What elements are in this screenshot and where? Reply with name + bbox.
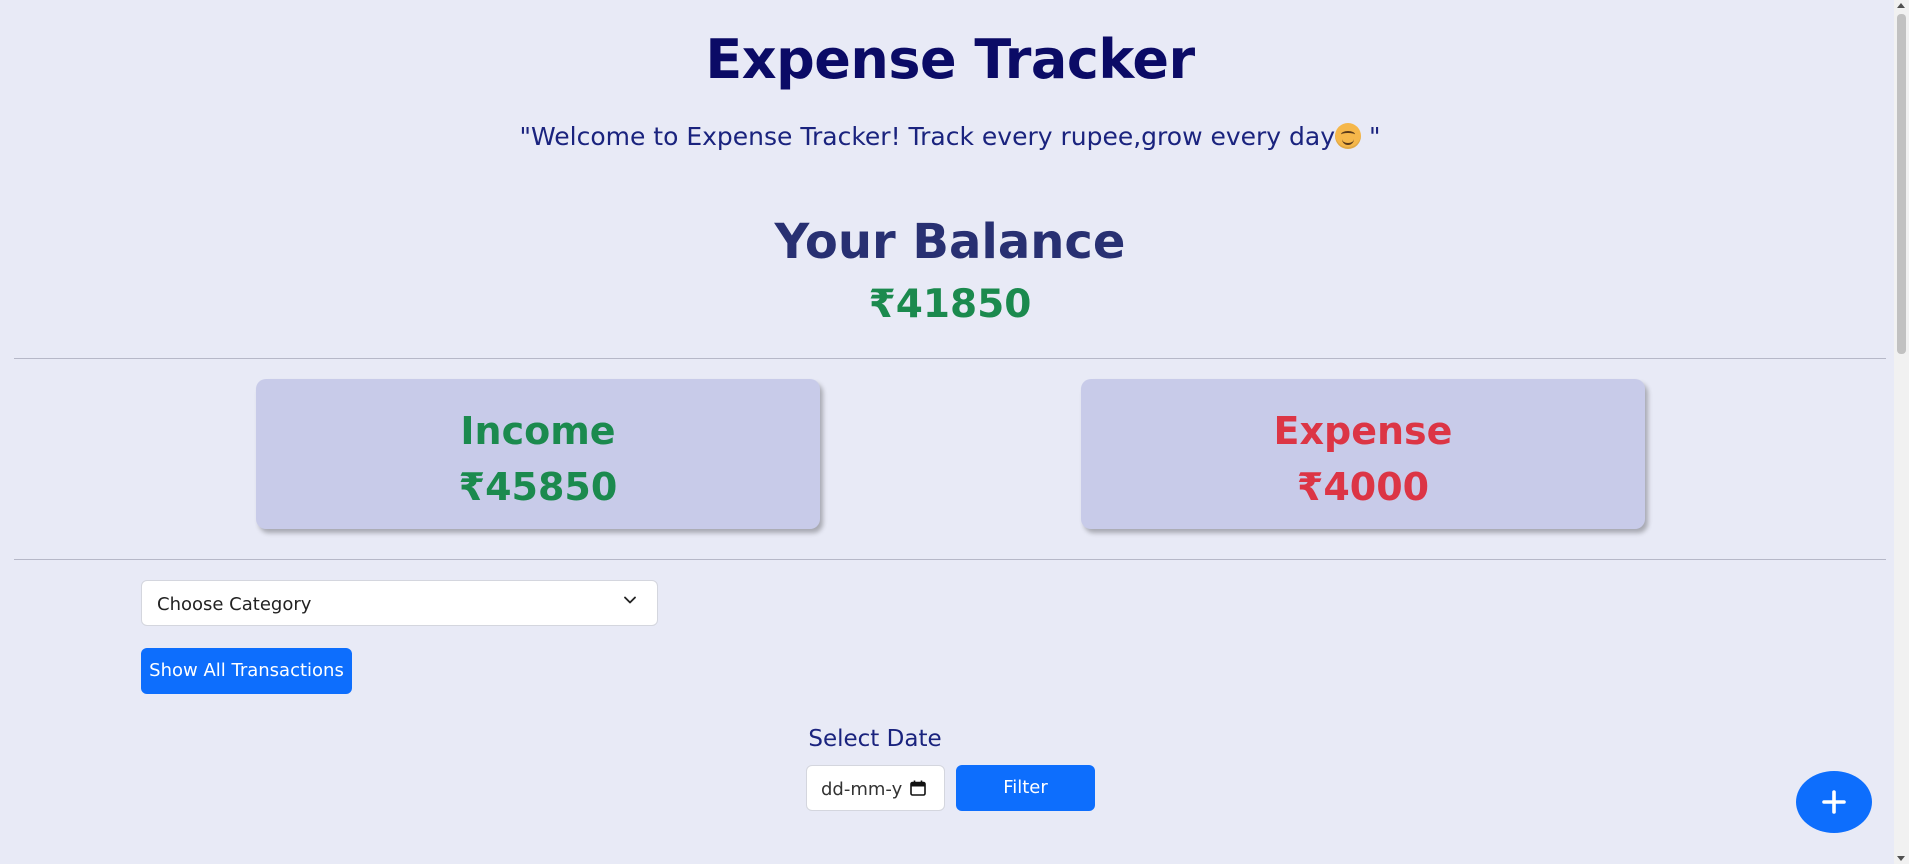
expense-tracker-page: Expense Tracker "Welcome to Expense Trac… (0, 0, 1909, 864)
scroll-down-arrow-icon[interactable] (1897, 856, 1905, 861)
balance-heading: Your Balance (774, 214, 1126, 270)
plus-icon (1822, 790, 1846, 814)
income-label: Income (460, 409, 616, 453)
show-all-transactions-button[interactable]: Show All Transactions (141, 648, 352, 694)
scroll-up-arrow-icon[interactable] (1897, 3, 1905, 8)
scrollbar-thumb[interactable] (1897, 14, 1906, 354)
date-input[interactable]: dd-mm-y (806, 765, 945, 811)
select-date-label: Select Date (808, 726, 942, 752)
balance-amount: ₹41850 (868, 282, 1032, 327)
app-title: Expense Tracker (705, 28, 1195, 91)
divider (14, 559, 1886, 560)
tagline-closing-quote: " (1361, 122, 1381, 151)
divider (14, 358, 1886, 359)
add-transaction-button[interactable] (1796, 771, 1872, 833)
income-card: Income ₹45850 (256, 379, 820, 529)
expense-card: Expense ₹4000 (1081, 379, 1645, 529)
category-select-value: Choose Category (157, 594, 312, 615)
category-select[interactable]: Choose Category (141, 580, 658, 626)
expense-label: Expense (1273, 409, 1453, 453)
filter-button[interactable]: Filter (956, 765, 1095, 811)
expense-amount: ₹4000 (1296, 465, 1430, 509)
chevron-down-icon (624, 596, 636, 604)
tagline-text: "Welcome to Expense Tracker! Track every… (519, 122, 1336, 151)
smiling-face-icon (1335, 123, 1362, 149)
date-input-placeholder: dd-mm-y (821, 779, 903, 800)
tagline: "Welcome to Expense Tracker! Track every… (0, 122, 1900, 151)
calendar-icon[interactable] (910, 780, 926, 796)
income-amount: ₹45850 (458, 465, 618, 509)
vertical-scrollbar[interactable] (1894, 0, 1909, 864)
